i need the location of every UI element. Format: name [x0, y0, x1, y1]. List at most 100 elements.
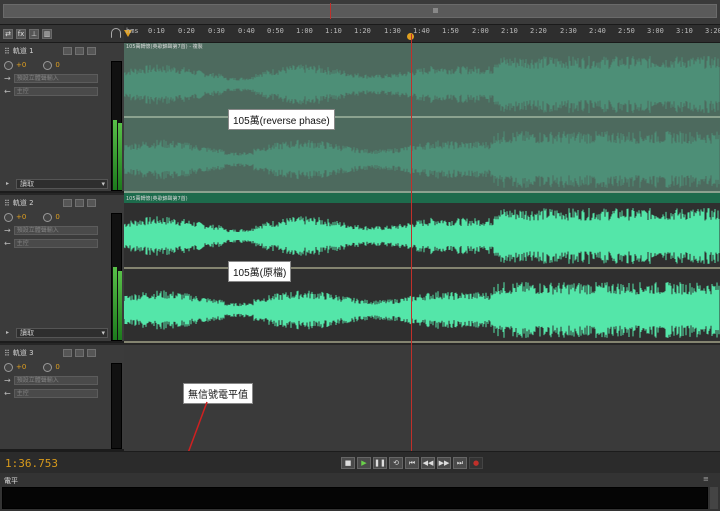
track-header-3[interactable]: ⠿ 軌道 3 +0 0 → 預設立體聲輸入 ← 主控: [0, 345, 124, 451]
volume-value[interactable]: +0: [16, 61, 26, 69]
ruler-tick-label: 2:20: [530, 27, 547, 35]
ruler-tick-label: 3:20: [705, 27, 720, 35]
track-name[interactable]: 軌道 3: [13, 348, 34, 358]
output-arrow-icon: ←: [4, 86, 11, 96]
mute-button[interactable]: [62, 349, 72, 357]
output-select[interactable]: 主控: [13, 238, 98, 248]
overview-grip-handle[interactable]: [433, 8, 438, 13]
track-level-meter: [111, 363, 122, 449]
expand-automation-icon[interactable]: ▸: [6, 329, 9, 336]
levels-panel: 電平 ≡: [0, 473, 720, 511]
ruler-tick-label: 0:40: [238, 27, 255, 35]
waveform-original[interactable]: [124, 195, 720, 343]
track-header-1[interactable]: ⠿ 軌道 1 +0 0 → 預設立體聲輸入 ← 主控 讀取 ▸: [0, 43, 124, 193]
input-select[interactable]: 預設立體聲輸入: [13, 375, 98, 385]
session-overview-bar[interactable]: [0, 0, 720, 25]
grip-icon[interactable]: ⠿: [4, 47, 10, 56]
output-select[interactable]: 主控: [13, 388, 98, 398]
volume-value[interactable]: +0: [16, 363, 26, 371]
record-arm-button[interactable]: [86, 199, 96, 207]
ruler-tick-label: 0:20: [178, 27, 195, 35]
pan-value[interactable]: 0: [55, 61, 59, 69]
loop-icon[interactable]: ⟲: [389, 457, 403, 469]
levels-panel-title[interactable]: 電平: [4, 476, 18, 486]
play-icon[interactable]: ▶: [357, 457, 371, 469]
pan-knob[interactable]: [43, 60, 53, 70]
playhead-line[interactable]: [411, 34, 412, 451]
output-arrow-icon: ←: [4, 238, 11, 248]
clip-title: 105萬轉懷(英歌錦聲第7首) - 複製: [126, 44, 203, 50]
track-header-2[interactable]: ⠿ 軌道 2 +0 0 → 預設立體聲輸入 ← 主控 讀取 ▸: [0, 195, 124, 343]
ruler-tick-label: 0:30: [208, 27, 225, 35]
volume-value[interactable]: +0: [16, 213, 26, 221]
clip-lane-2[interactable]: 105萬轉懷(英歌錦聲第7首) 105萬(原檔): [124, 195, 720, 343]
input-output-icon[interactable]: ⇄: [3, 28, 13, 39]
pan-knob[interactable]: [43, 212, 53, 222]
callout-label: 105萬(原檔): [228, 261, 292, 282]
eq-icon[interactable]: ▥: [42, 28, 52, 39]
record-icon[interactable]: ●: [469, 457, 483, 469]
track-name[interactable]: 軌道 1: [13, 46, 34, 56]
master-level-meter: [2, 487, 708, 509]
pan-value[interactable]: 0: [55, 363, 59, 371]
ruler-tick-label: hms: [126, 27, 139, 35]
solo-button[interactable]: [74, 47, 84, 55]
timeline-ruler[interactable]: hms 0:10 0:20 0:30 0:40 0:50 1:00 1:10 1…: [124, 25, 720, 43]
fast-forward-icon[interactable]: ▶▶: [437, 457, 451, 469]
rewind-icon[interactable]: ◀◀: [421, 457, 435, 469]
ruler-tick-label: 1:10: [325, 27, 342, 35]
pan-value[interactable]: 0: [55, 213, 59, 221]
effects-fx-icon[interactable]: fx: [16, 28, 26, 39]
ruler-tick-label: 1:30: [384, 27, 401, 35]
output-select[interactable]: 主控: [13, 86, 98, 96]
headphones-icon[interactable]: [111, 28, 121, 38]
automation-mode-select[interactable]: 讀取: [16, 328, 108, 338]
volume-knob[interactable]: [4, 212, 13, 222]
volume-knob[interactable]: [4, 362, 13, 372]
transport-bar: 1:36.753 ■ ▶ ❚❚ ⟲ ⏮ ◀◀ ▶▶ ⏭ ●: [0, 451, 720, 473]
levels-scrollbar[interactable]: [710, 487, 718, 509]
ruler-tick-label: 1:50: [442, 27, 459, 35]
record-arm-button[interactable]: [86, 47, 96, 55]
input-select[interactable]: 預設立體聲輸入: [13, 225, 98, 235]
track-level-meter: [111, 213, 122, 341]
callout-label: 105萬(reverse phase): [228, 109, 335, 130]
volume-knob[interactable]: [4, 60, 13, 70]
track-level-meter: [111, 61, 122, 191]
grip-icon[interactable]: ⠿: [4, 349, 10, 358]
track-name[interactable]: 軌道 2: [13, 198, 34, 208]
current-time-display[interactable]: 1:36.753: [5, 457, 58, 470]
ruler-tick-label: 2:50: [618, 27, 635, 35]
solo-button[interactable]: [74, 349, 84, 357]
waveform-reverse-phase[interactable]: [124, 43, 720, 193]
ruler-tick-label: 2:10: [501, 27, 518, 35]
mute-button[interactable]: [62, 47, 72, 55]
transport-controls: ■ ▶ ❚❚ ⟲ ⏮ ◀◀ ▶▶ ⏭ ●: [341, 457, 483, 469]
ruler-tick-label: 0:10: [148, 27, 165, 35]
ruler-tick-label: 0:50: [267, 27, 284, 35]
record-arm-button[interactable]: [86, 349, 96, 357]
ruler-tick-label: 2:00: [472, 27, 489, 35]
overview-visible-range[interactable]: [3, 4, 717, 18]
grip-icon[interactable]: ⠿: [4, 199, 10, 208]
overview-playhead: [330, 3, 331, 19]
forward-end-icon[interactable]: ⏭: [453, 457, 467, 469]
pan-knob[interactable]: [43, 362, 53, 372]
clip-lane-1[interactable]: 105萬轉懷(英歌錦聲第7首) - 複製 105萬(reverse phase): [124, 43, 720, 193]
ruler-tick-label: 3:10: [676, 27, 693, 35]
clip-title: 105萬轉懷(英歌錦聲第7首): [126, 196, 188, 202]
expand-automation-icon[interactable]: ▸: [6, 180, 9, 187]
sends-icon[interactable]: ⊥: [29, 28, 39, 39]
input-select[interactable]: 預設立體聲輸入: [13, 73, 98, 83]
ruler-tick-label: 3:00: [647, 27, 664, 35]
pause-icon[interactable]: ❚❚: [373, 457, 387, 469]
ruler-tick-label: 1:40: [413, 27, 430, 35]
ruler-tick-label: 2:30: [560, 27, 577, 35]
ruler-tick-label: 2:40: [589, 27, 606, 35]
automation-mode-select[interactable]: 讀取: [16, 179, 108, 189]
solo-button[interactable]: [74, 199, 84, 207]
panel-menu-icon[interactable]: ≡: [703, 475, 712, 483]
rewind-start-icon[interactable]: ⏮: [405, 457, 419, 469]
mute-button[interactable]: [62, 199, 72, 207]
stop-icon[interactable]: ■: [341, 457, 355, 469]
